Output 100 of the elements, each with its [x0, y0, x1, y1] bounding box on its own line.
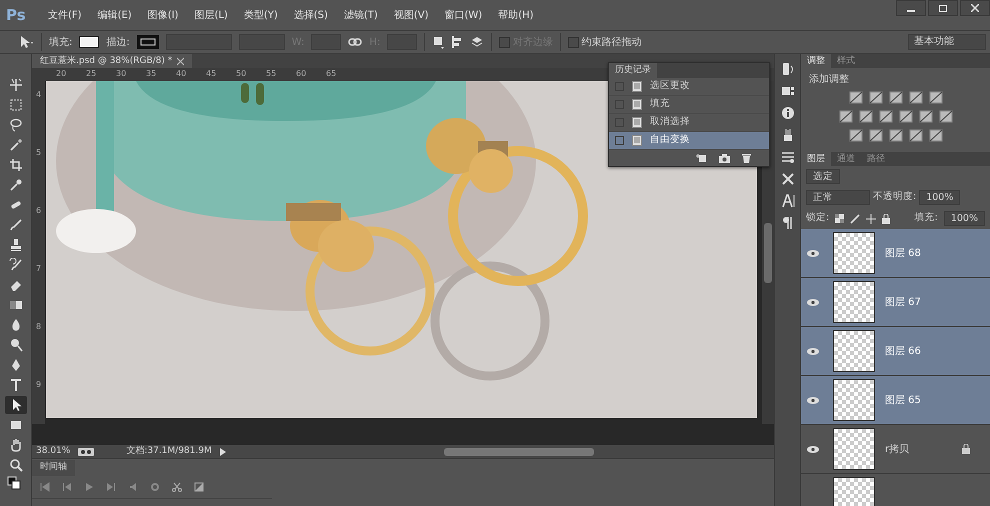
- menu-item[interactable]: 编辑(E): [90, 8, 140, 22]
- panel-tab[interactable]: 图层: [801, 152, 831, 166]
- menu-item[interactable]: 窗口(W): [436, 8, 490, 22]
- play-icon[interactable]: [220, 448, 226, 456]
- ruler-label: 30: [116, 68, 128, 80]
- document-icon: [632, 117, 642, 128]
- gradient-tool-icon: [8, 298, 22, 312]
- brush-presets-icon[interactable]: [780, 150, 794, 164]
- path-alignment-icon[interactable]: [451, 35, 464, 49]
- new-document-icon[interactable]: [696, 153, 707, 163]
- eye-icon[interactable]: [807, 446, 819, 452]
- transition-icon[interactable]: [194, 482, 204, 492]
- layer-thumbnail: [833, 232, 875, 274]
- history-label: 选区更改: [650, 79, 690, 94]
- ruler-label: 5: [36, 147, 42, 159]
- ruler-label: 25: [86, 68, 98, 80]
- ruler-label: 35: [146, 68, 158, 80]
- panel-tab[interactable]: 调整: [801, 54, 831, 68]
- eye-icon[interactable]: [807, 348, 819, 354]
- fill-label: 填充:: [914, 211, 938, 226]
- menu-item[interactable]: 帮助(H): [490, 8, 542, 22]
- path-operations-icon[interactable]: [432, 35, 444, 49]
- layer-thumbnail: [833, 330, 875, 372]
- lasso-tool-icon: [8, 118, 22, 132]
- layer-row[interactable]: 图层 66: [801, 327, 990, 376]
- document-icon: [632, 99, 642, 110]
- close-button[interactable]: [960, 0, 990, 16]
- trash-icon[interactable]: [742, 153, 751, 163]
- tool-presets-icon[interactable]: [780, 172, 794, 186]
- history-item[interactable]: 填充: [609, 96, 769, 114]
- workspace-dropdown[interactable]: 基本功能: [908, 34, 986, 50]
- layer-row[interactable]: r拷贝: [801, 425, 990, 474]
- move-tool-icon: [8, 78, 22, 92]
- lock-icon[interactable]: [882, 214, 890, 224]
- fill-field[interactable]: 100%: [944, 211, 985, 226]
- ruler-label: 65: [326, 68, 338, 80]
- brush-icon[interactable]: [850, 214, 860, 224]
- menu-item[interactable]: 图像(I): [140, 8, 186, 22]
- restore-button[interactable]: [928, 0, 958, 16]
- lock-transparency-icon[interactable]: [835, 214, 844, 223]
- eye-icon[interactable]: [807, 396, 819, 404]
- character-icon[interactable]: [780, 194, 794, 208]
- dodge-tool-icon: [8, 338, 22, 352]
- layer-row[interactable]: 图层 65: [801, 376, 990, 425]
- stroke-swatch[interactable]: [136, 35, 159, 49]
- info-icon[interactable]: [780, 106, 794, 120]
- document-icon: [632, 135, 642, 146]
- document-icon: [632, 81, 642, 92]
- brush-tool-icon: [8, 218, 22, 232]
- menu-item[interactable]: 文件(F): [40, 8, 90, 22]
- layer-name: 图层 68: [885, 246, 922, 260]
- blend-mode-dropdown[interactable]: 正常: [806, 190, 870, 205]
- scrollbar-thumb[interactable]: [764, 222, 772, 282]
- history-brush-icon[interactable]: [780, 62, 794, 76]
- ruler-label: 45: [206, 68, 218, 80]
- history-item[interactable]: 选区更改: [609, 78, 769, 96]
- panel-tab[interactable]: 历史记录: [609, 63, 657, 78]
- close-icon: [971, 4, 979, 12]
- move-icon[interactable]: [866, 214, 876, 224]
- panel-tab[interactable]: 时间轴: [32, 460, 75, 476]
- fill-swatch[interactable]: [79, 36, 100, 48]
- swatches-icon[interactable]: [780, 84, 794, 98]
- panel-tab[interactable]: 路径: [861, 152, 891, 166]
- path-arrangement-icon[interactable]: [470, 35, 484, 49]
- document-tab[interactable]: 红豆薏米.psd @ 38%(RGB/8) *: [32, 54, 192, 68]
- minimize-button[interactable]: [896, 0, 926, 16]
- arrow-tool-icon[interactable]: [18, 35, 34, 49]
- checkbox[interactable]: [568, 36, 579, 48]
- layer-row[interactable]: 图层 67: [801, 278, 990, 327]
- history-tool-icon: [8, 258, 22, 272]
- zoom-level[interactable]: 38.01%: [36, 444, 70, 458]
- filter-dropdown[interactable]: 选定: [806, 169, 840, 184]
- snapshot-checkbox-icon[interactable]: [615, 136, 624, 145]
- paragraph-icon[interactable]: [780, 216, 794, 230]
- ruler-label: 6: [36, 205, 42, 217]
- menu-item[interactable]: 选择(S): [286, 8, 336, 22]
- history-item[interactable]: 自由变换: [609, 132, 769, 150]
- ruler-label: 4: [36, 89, 42, 101]
- menu-item[interactable]: 类型(Y): [236, 8, 286, 22]
- opacity-field[interactable]: 100%: [919, 190, 960, 205]
- scrollbar-thumb[interactable]: [444, 448, 594, 456]
- layer-row[interactable]: 图层 68: [801, 229, 990, 278]
- eye-icon[interactable]: [807, 250, 819, 256]
- crop-tool-icon: [8, 158, 22, 172]
- scissors-icon[interactable]: [172, 482, 182, 492]
- view-toggle-icon[interactable]: [78, 448, 94, 456]
- menu-item[interactable]: 图层(L): [186, 8, 236, 22]
- link-icon[interactable]: [348, 37, 362, 47]
- menu-item[interactable]: 滤镜(T): [336, 8, 386, 22]
- ruler-label: 20: [56, 68, 68, 80]
- menu-item[interactable]: 视图(V): [386, 8, 436, 22]
- panel-tab[interactable]: 样式: [831, 54, 861, 68]
- stamp-tool-icon: [8, 238, 22, 252]
- panel-tab[interactable]: 通道: [831, 152, 861, 166]
- ruler-label: 55: [266, 68, 278, 80]
- checkbox-label: 约束路径拖动: [581, 36, 642, 50]
- tool-button[interactable]: [4, 396, 26, 414]
- app-logo: Ps: [6, 4, 27, 26]
- ruler-label: 7: [36, 263, 42, 275]
- eye-icon[interactable]: [807, 298, 819, 306]
